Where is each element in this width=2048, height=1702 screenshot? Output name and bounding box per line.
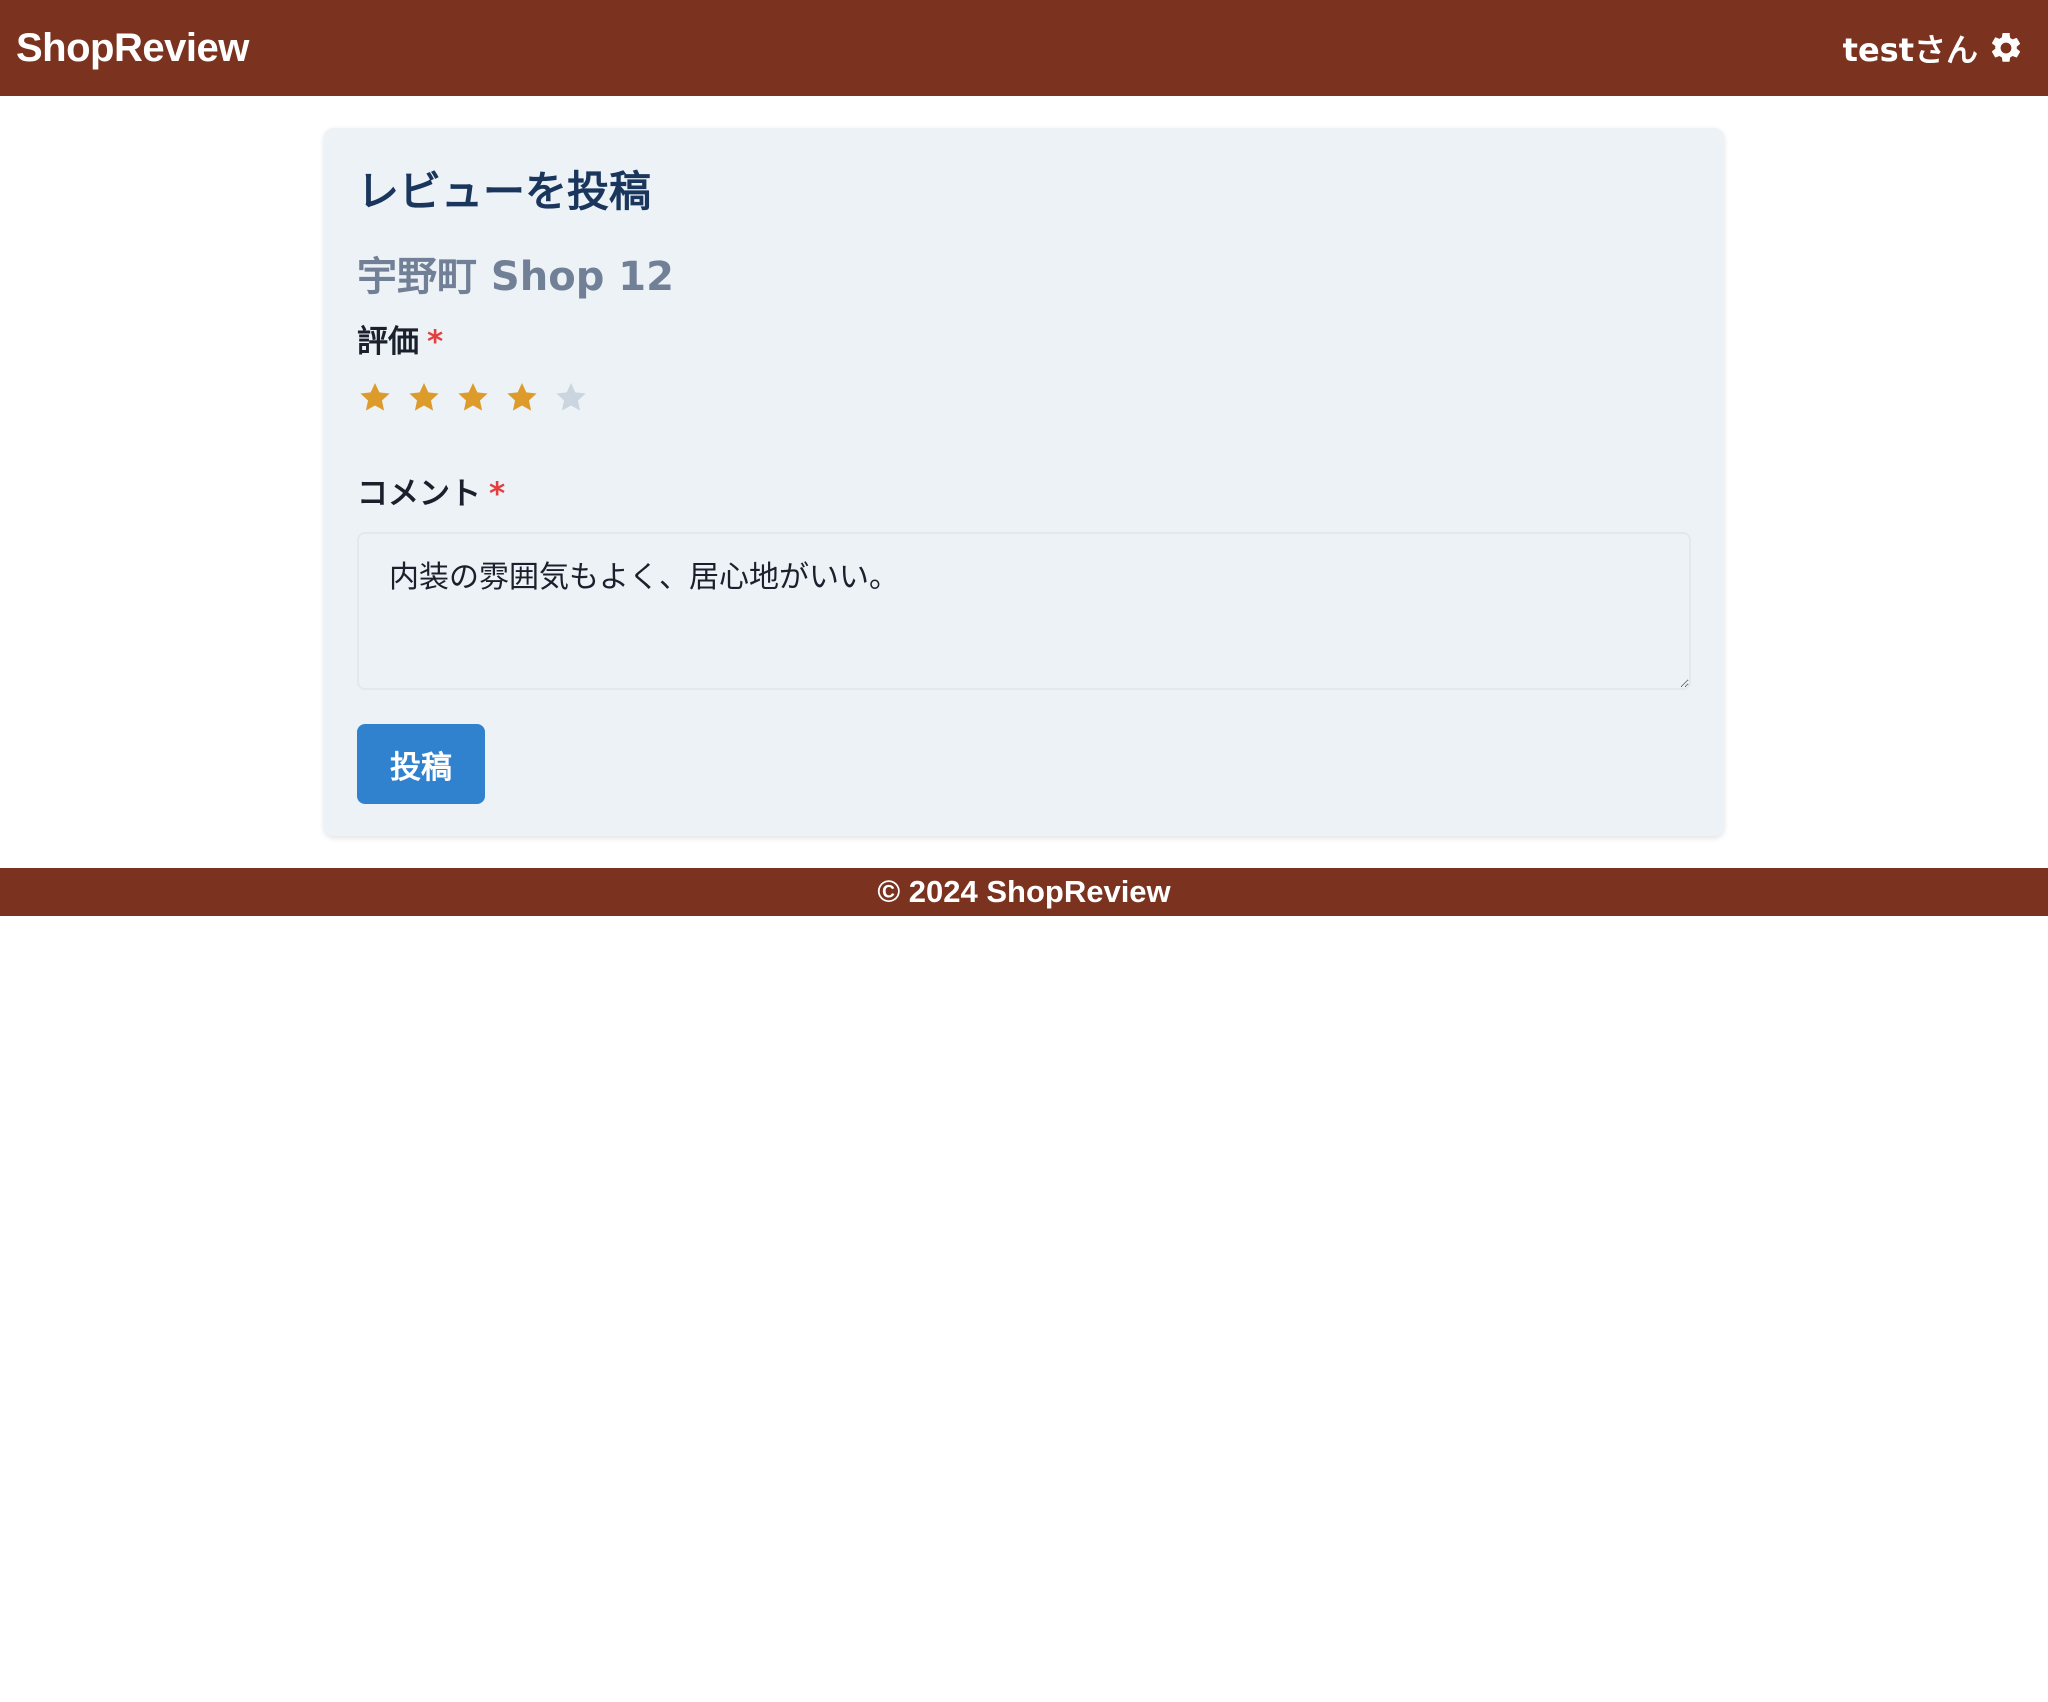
rating-label: 評価 * [357,316,443,361]
star-icon[interactable] [553,380,589,416]
comment-label-text: コメント [357,476,481,512]
brand-logo[interactable]: ShopReview [16,26,249,71]
user-menu[interactable]: testさん [1843,25,2024,71]
rating-label-text: 評価 [357,324,419,360]
review-form-card: レビューを投稿 宇野町 Shop 12 評価* コメント* 投稿 [324,128,1724,836]
comment-label: コメント * [357,468,505,513]
footer: © 2024 ShopReview [0,868,2048,916]
submit-button[interactable]: 投稿 [357,724,485,804]
page-title: レビューを投稿 [357,167,652,216]
required-mark: * [489,476,506,512]
footer-text: © 2024 ShopReview [877,874,1171,909]
star-icon[interactable] [357,380,393,416]
required-mark: * [427,324,444,360]
star-icon[interactable] [406,380,442,416]
star-icon[interactable] [504,380,540,416]
user-name[interactable]: testさん [1843,25,1978,71]
gear-icon[interactable] [1988,30,2024,66]
star-rating[interactable] [357,380,589,416]
comment-textarea[interactable] [357,532,1691,690]
shop-name: 宇野町 Shop 12 [357,254,674,300]
star-icon[interactable] [455,380,491,416]
top-navbar: ShopReview testさん [0,0,2048,96]
